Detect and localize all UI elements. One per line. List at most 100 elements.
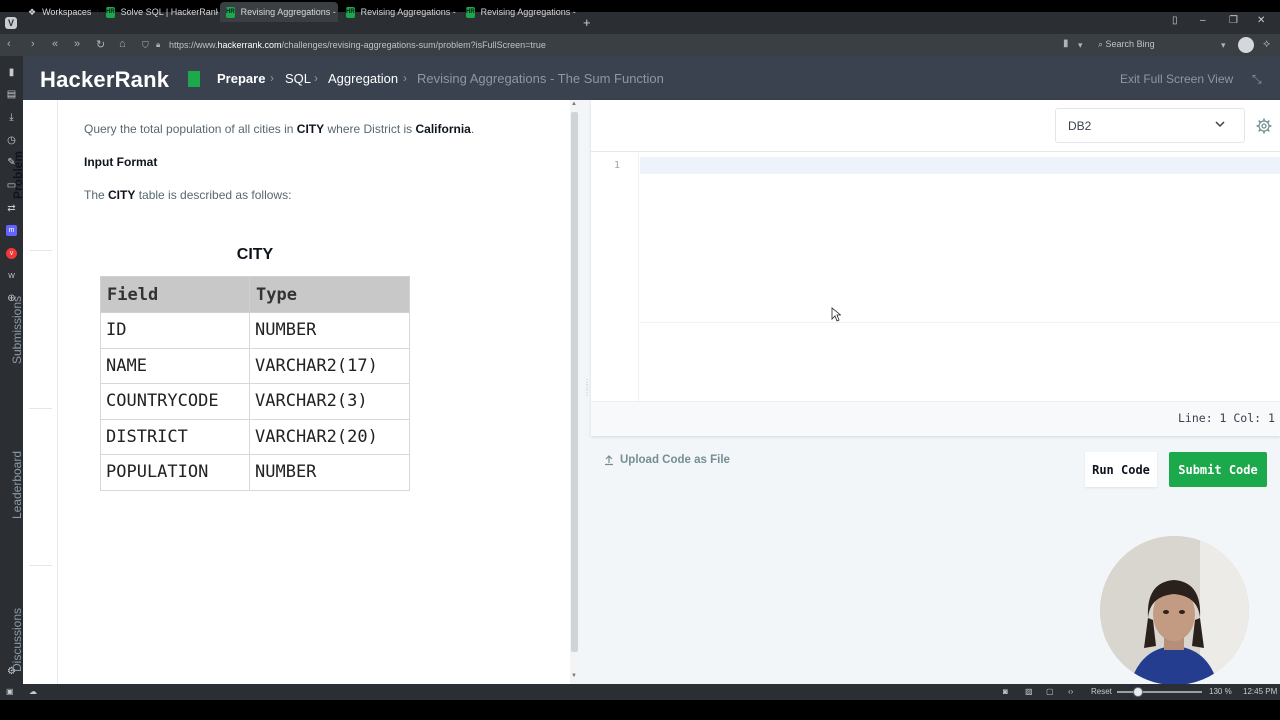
page-actions-icon[interactable]: ‹› <box>1068 687 1073 696</box>
type-cell: VARCHAR2(20) <box>249 418 410 455</box>
editor-status-bar <box>591 401 1280 436</box>
resize-handle[interactable]: ⋮ ⋮ ⋮ <box>583 379 591 406</box>
header-cell: Field <box>100 276 250 313</box>
table-title: CITY <box>236 246 274 263</box>
workspaces-button[interactable]: ❖ Workspaces ▾ <box>22 2 98 22</box>
upload-code-button[interactable]: Upload Code as File <box>604 454 730 466</box>
chevron-down-icon[interactable]: ▾ <box>1078 40 1083 51</box>
field-cell: COUNTRYCODE <box>100 383 250 420</box>
clock: 12:45 PM <box>1243 687 1278 696</box>
field-cell: DISTRICT <box>100 418 250 455</box>
type-cell: NUMBER <box>249 454 410 491</box>
presenter-video <box>1100 536 1249 685</box>
breadcrumb-sql[interactable]: SQL <box>285 71 311 86</box>
panel-toggle-icon[interactable]: ▣ <box>6 687 14 696</box>
scroll-up-icon[interactable]: ▲ <box>571 101 577 107</box>
reading-list-icon[interactable]: ▤ <box>6 89 17 100</box>
submit-code-button[interactable]: Submit Code <box>1169 452 1267 487</box>
chevron-right-icon: › <box>270 71 274 85</box>
line-number-gutter <box>591 153 639 401</box>
editor-divider <box>640 322 1280 323</box>
home-icon[interactable]: ⌂ <box>119 38 126 50</box>
forward-icon[interactable]: › <box>31 38 35 50</box>
chevron-down-icon[interactable] <box>1213 117 1227 131</box>
field-cell: POPULATION <box>100 454 250 491</box>
tab-revising-aggregations-2[interactable]: HR Revising Aggregations - Th <box>340 2 458 22</box>
profile-avatar[interactable] <box>1238 37 1254 53</box>
hackerrank-favicon-icon: HR <box>346 6 355 18</box>
bookmark-icon[interactable]: ▮ <box>1063 38 1069 49</box>
reload-icon[interactable]: ↻ <box>96 38 105 51</box>
tab-problem[interactable]: Problem <box>0 120 35 230</box>
tab-solve-sql[interactable]: HR Solve SQL | HackerRank <box>100 2 218 22</box>
table-description: The CITY table is described as follows: <box>84 188 292 202</box>
url-field[interactable]: https://www.hackerrank.com/challenges/re… <box>169 40 546 50</box>
vivaldi-logo-icon[interactable]: V <box>5 17 17 29</box>
search-icon: ⌕ <box>1098 39 1106 49</box>
new-tab-icon[interactable]: + <box>583 15 591 30</box>
gear-icon[interactable] <box>1256 118 1272 134</box>
type-cell: VARCHAR2(17) <box>249 347 410 384</box>
workspaces-label: Workspaces <box>42 7 92 17</box>
tab-discussions[interactable]: Discussions <box>0 585 35 695</box>
bookmarks-icon[interactable]: ▮ <box>6 67 17 78</box>
zoom-reset-button[interactable]: Reset <box>1091 687 1112 696</box>
city-schema-table: Field Type ID NUMBER NAME VARCHAR2(17) COU… <box>100 276 410 491</box>
rewind-icon[interactable]: « <box>52 38 58 50</box>
header-cell: Type <box>249 276 410 313</box>
chevron-right-icon: › <box>403 71 407 85</box>
input-format-heading: Input Format <box>84 155 158 169</box>
close-icon[interactable]: ✕ <box>1257 15 1265 26</box>
divider <box>29 408 52 409</box>
collapse-icon[interactable]: ⤡ <box>1252 72 1262 87</box>
lock-icon: 🔒︎ <box>156 40 161 49</box>
logo-accent <box>188 71 200 87</box>
table-row: POPULATION NUMBER <box>100 454 410 491</box>
image-toggle-icon[interactable]: ▨ <box>1025 687 1033 696</box>
chevron-right-icon: › <box>314 71 318 85</box>
back-icon[interactable]: ‹ <box>7 38 11 50</box>
scroll-down-icon[interactable]: ▼ <box>571 673 577 679</box>
tab-leaderboard[interactable]: Leaderboard <box>0 425 35 545</box>
run-code-button[interactable]: Run Code <box>1085 452 1157 487</box>
breadcrumb-current-challenge: Revising Aggregations - The Sum Function <box>417 71 664 86</box>
hackerrank-favicon-icon: HR <box>106 6 115 18</box>
search-input[interactable]: ⌕ Search Bing <box>1098 39 1155 50</box>
zoom-slider[interactable] <box>1117 691 1202 693</box>
vivaldi-social-icon[interactable]: v <box>6 248 17 259</box>
shield-icon[interactable]: ⛉ <box>142 40 149 51</box>
tiling-icon[interactable]: ▢ <box>1046 687 1054 696</box>
table-row: ID NUMBER <box>100 312 410 349</box>
breadcrumb-prepare[interactable]: Prepare <box>217 71 265 86</box>
tab-submissions[interactable]: Submissions <box>0 270 35 390</box>
line-number: 1 <box>614 160 621 171</box>
chevron-down-icon[interactable]: ▾ <box>1221 40 1226 51</box>
table-row: COUNTRYCODE VARCHAR2(3) <box>100 383 410 420</box>
problem-statement: Query the total population of all cities… <box>84 122 475 136</box>
mouse-pointer-icon <box>831 307 841 322</box>
divider <box>29 250 52 251</box>
type-cell: VARCHAR2(3) <box>249 383 410 420</box>
capture-icon[interactable]: ◙ <box>1003 687 1008 696</box>
breadcrumb-aggregation[interactable]: Aggregation <box>328 71 398 86</box>
restore-icon[interactable]: ❐ <box>1229 15 1238 26</box>
scrollbar-thumb[interactable] <box>571 112 578 652</box>
exit-fullscreen-button[interactable]: Exit Full Screen View <box>1120 72 1233 86</box>
active-tab-indicator <box>23 100 26 250</box>
tab-stack-icon[interactable]: ▯ <box>1172 15 1178 26</box>
zoom-slider-handle[interactable] <box>1133 687 1143 697</box>
tab-label: Solve SQL | HackerRank <box>120 7 218 17</box>
tab-label: Revising Aggregations - Av <box>480 7 578 17</box>
tab-label: Revising Aggregations - Th <box>360 7 458 17</box>
table-header-row: Field Type <box>100 276 410 313</box>
upload-icon <box>605 454 613 465</box>
zoom-level: 130 % <box>1209 687 1232 696</box>
fast-forward-icon[interactable]: » <box>74 38 80 50</box>
hackerrank-logo[interactable]: HackerRank <box>40 67 169 93</box>
tab-revising-aggregations-1[interactable]: HR Revising Aggregations - Th <box>220 2 338 22</box>
webcam-overlay <box>1100 536 1249 685</box>
tab-revising-aggregations-3[interactable]: HR Revising Aggregations - Av <box>460 2 578 22</box>
minimize-icon[interactable]: – <box>1200 15 1206 26</box>
sync-cloud-icon[interactable]: ☁ <box>29 687 37 696</box>
extensions-icon[interactable]: ⟡ <box>1263 38 1270 51</box>
